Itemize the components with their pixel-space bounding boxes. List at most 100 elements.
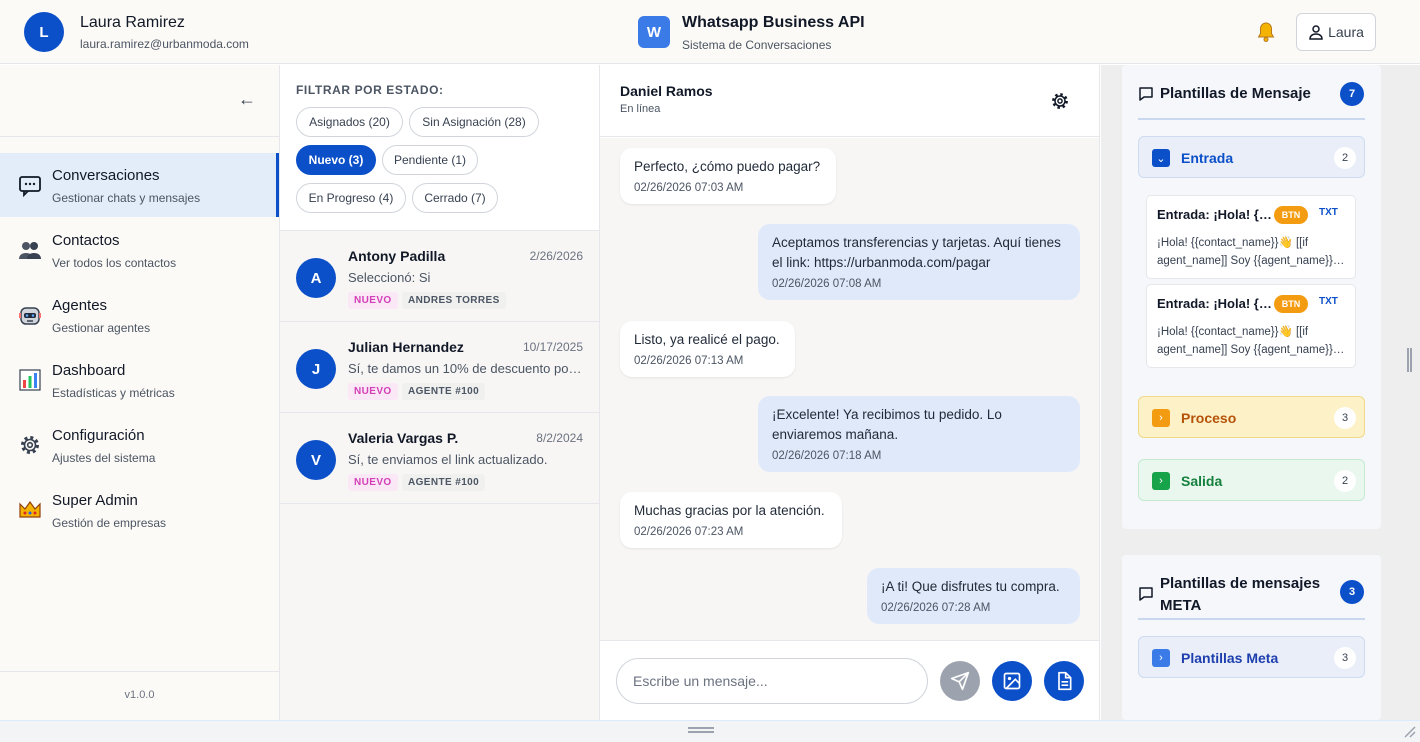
user-button-label: Laura — [1328, 24, 1364, 40]
agent-badge: ANDRES TORRES — [402, 292, 506, 309]
section-label: Proceso — [1181, 410, 1237, 426]
template-item[interactable]: Entrada: ¡Hola! {… BTN TXT ¡Hola! {{cont… — [1146, 284, 1356, 368]
message-bubble-incoming: Listo, ya realicé el pago. 02/26/2026 07… — [620, 321, 795, 377]
message-text: Perfecto, ¿cómo puedo pagar? — [634, 159, 821, 174]
template-title: Entrada: ¡Hola! {… — [1157, 207, 1272, 222]
contact-name: Valeria Vargas P. — [348, 430, 459, 446]
template-title: Entrada: ¡Hola! {… — [1157, 296, 1272, 311]
sidebar-item-super-admin[interactable]: Super Admin Gestión de empresas — [0, 478, 279, 542]
message-time: 02/26/2026 07:08 AM — [772, 278, 882, 290]
message-bubble-outgoing: Aceptamos transferencias y tarjetas. Aqu… — [758, 224, 1080, 300]
templates-count-badge: 7 — [1340, 82, 1364, 106]
templates-title: Plantillas de Mensaje — [1160, 85, 1311, 102]
agent-badge: AGENTE #100 — [402, 474, 486, 491]
contact-name: Antony Padilla — [348, 248, 446, 264]
filter-chip-nuevo[interactable]: Nuevo (3) — [296, 145, 376, 175]
message-time: 02/26/2026 07:23 AM — [634, 526, 744, 538]
conversation-date: 10/17/2025 — [522, 340, 583, 354]
message-preview: Sí, te damos un 10% de descuento por … — [348, 361, 583, 376]
chat-icon — [19, 176, 41, 197]
divider — [1138, 118, 1365, 120]
filter-label: FILTRAR POR ESTADO: — [296, 83, 444, 97]
filter-chip-asignados[interactable]: Asignados (20) — [296, 107, 403, 137]
template-section-entrada[interactable]: ⌄ Entrada 2 — [1138, 136, 1365, 178]
message-text: ¡A ti! Que disfrutes tu compra. — [881, 579, 1060, 594]
composer — [600, 640, 1099, 720]
message-bubble-incoming: Perfecto, ¿cómo puedo pagar? 02/26/2026 … — [620, 148, 836, 204]
send-button[interactable] — [940, 661, 980, 701]
template-section-salida[interactable]: › Salida 2 — [1138, 459, 1365, 501]
sidebar-item-agentes[interactable]: Agentes Gestionar agentes — [0, 283, 279, 347]
filter-chip-cerrado[interactable]: Cerrado (7) — [412, 183, 498, 213]
template-section-proceso[interactable]: › Proceso 3 — [1138, 396, 1365, 438]
chevron-right-icon: › — [1152, 649, 1170, 667]
sidebar-item-title: Contactos — [52, 232, 120, 249]
contacts-icon — [19, 242, 41, 259]
conversation-item[interactable]: J Julian Hernandez 10/17/2025 Sí, te dam… — [280, 323, 599, 413]
conversation-item[interactable]: A Antony Padilla 2/26/2026 Seleccionó: S… — [280, 232, 599, 322]
template-body: ¡Hola! {{contact_name}}👋 [[if agent_name… — [1157, 237, 1345, 267]
meta-templates-count-badge: 3 — [1340, 580, 1364, 604]
sidebar-item-configuracion[interactable]: Configuración Ajustes del sistema — [0, 413, 279, 477]
filter-section: FILTRAR POR ESTADO: Asignados (20) Sin A… — [280, 65, 599, 231]
message-time: 02/26/2026 07:03 AM — [634, 182, 744, 194]
section-label: Entrada — [1181, 150, 1234, 166]
resize-corner-icon[interactable] — [1402, 724, 1416, 738]
user-name: Laura Ramirez — [80, 14, 185, 31]
message-bubble-outgoing: ¡A ti! Que disfrutes tu compra. 02/26/20… — [867, 568, 1080, 624]
conversation-date: 8/2/2024 — [536, 431, 583, 445]
status-badge: NUEVO — [348, 292, 398, 309]
sidebar-item-subtitle: Gestionar agentes — [52, 321, 151, 335]
resize-grip[interactable] — [688, 727, 714, 733]
sidebar-item-dashboard[interactable]: Dashboard Estadísticas y métricas — [0, 348, 279, 412]
chat-panel: Daniel Ramos En línea Perfecto, ¿cómo pu… — [600, 65, 1100, 720]
bell-icon[interactable] — [1254, 20, 1278, 44]
user-icon — [1309, 25, 1323, 40]
send-icon — [950, 671, 970, 691]
message-time: 02/26/2026 07:28 AM — [881, 602, 991, 614]
filter-chip-en-progreso[interactable]: En Progreso (4) — [296, 183, 406, 213]
template-item[interactable]: Entrada: ¡Hola! {… BTN TXT ¡Hola! {{cont… — [1146, 195, 1356, 279]
section-label: Salida — [1181, 473, 1223, 489]
message-input[interactable] — [616, 658, 928, 704]
message-square-icon — [1139, 87, 1153, 101]
contact-name: Julian Hernandez — [348, 339, 464, 355]
top-bar: L Laura Ramirez laura.ramirez@urbanmoda.… — [0, 0, 1420, 64]
templates-panel[interactable]: Plantillas de Mensaje 7 ⌄ Entrada 2 Entr… — [1101, 65, 1420, 720]
filter-chip-pendiente[interactable]: Pendiente (1) — [382, 145, 478, 175]
robot-icon — [19, 307, 41, 325]
agent-badge: AGENTE #100 — [402, 383, 486, 400]
message-list[interactable]: Perfecto, ¿cómo puedo pagar? 02/26/2026 … — [600, 138, 1099, 640]
sidebar-item-conversaciones[interactable]: Conversaciones Gestionar chats y mensaje… — [0, 153, 279, 217]
divider — [1138, 618, 1365, 620]
message-preview: Sí, te enviamos el link actualizado. — [348, 452, 548, 467]
sidebar-item-subtitle: Ver todos los contactos — [52, 256, 177, 270]
version-label: v1.0.0 — [0, 671, 279, 701]
attach-document-button[interactable] — [1044, 661, 1084, 701]
document-icon — [1058, 671, 1072, 691]
sidebar-item-contactos[interactable]: Contactos Ver todos los contactos — [0, 218, 279, 282]
conversation-item[interactable]: V Valeria Vargas P. 8/2/2024 Sí, te envi… — [280, 414, 599, 504]
meta-templates-card: Plantillas de mensajes META 3 › Plantill… — [1122, 555, 1381, 720]
sidebar-item-title: Conversaciones — [52, 167, 160, 184]
settings-gear-icon[interactable] — [1050, 91, 1070, 111]
message-time: 02/26/2026 07:18 AM — [772, 450, 882, 462]
bar-chart-icon — [19, 369, 41, 391]
status-badge: NUEVO — [348, 383, 398, 400]
avatar: A — [296, 258, 336, 298]
chat-header: Daniel Ramos En línea — [600, 65, 1099, 137]
collapse-arrow-icon[interactable]: ← — [238, 89, 256, 110]
filter-chip-sin-asignacion[interactable]: Sin Asignación (28) — [409, 107, 539, 137]
attach-image-button[interactable] — [992, 661, 1032, 701]
btn-badge: BTN — [1274, 295, 1308, 313]
avatar[interactable]: L — [24, 12, 64, 52]
resize-handle[interactable] — [1407, 348, 1412, 372]
sidebar-item-subtitle: Gestión de empresas — [52, 516, 167, 530]
message-text: Listo, ya realicé el pago. — [634, 332, 780, 347]
sidebar-item-title: Agentes — [52, 297, 108, 314]
section-count: 2 — [1334, 147, 1356, 169]
user-menu-button[interactable]: Laura — [1296, 13, 1376, 51]
message-text: ¡Excelente! Ya recibimos tu pedido. Lo e… — [772, 407, 1002, 442]
template-section-plantillas-meta[interactable]: › Plantillas Meta 3 — [1138, 636, 1365, 678]
app-title: Whatsapp Business API — [682, 14, 865, 31]
